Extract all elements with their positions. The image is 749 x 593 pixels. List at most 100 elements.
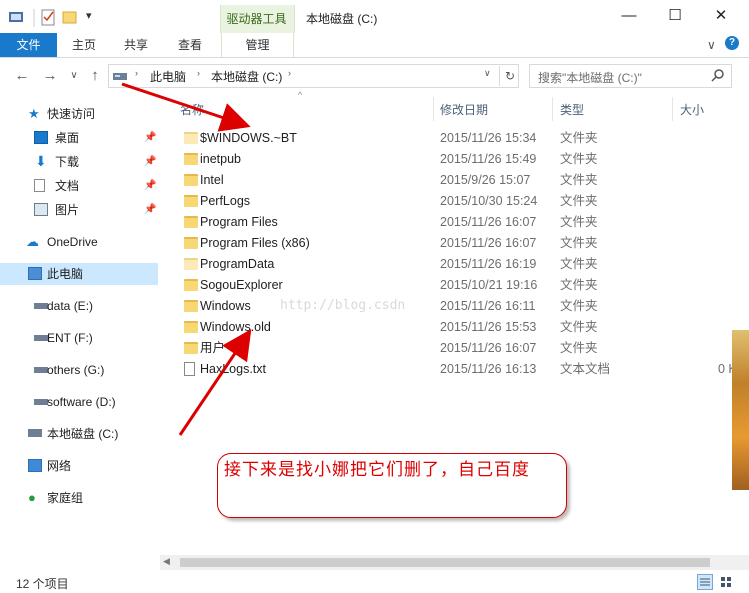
column-divider[interactable]	[672, 97, 673, 121]
sidebar-item-drive-d[interactable]: software (D:)	[0, 391, 158, 413]
file-date: 2015/11/26 15:53	[440, 320, 537, 334]
computer-icon	[28, 267, 42, 280]
sidebar-item-drive-e[interactable]: data (E:)	[0, 295, 158, 317]
file-name: Windows.old	[200, 320, 271, 334]
background-image-fragment	[732, 330, 749, 490]
column-header-date[interactable]: 修改日期	[440, 99, 488, 121]
file-date: 2015/11/26 16:19	[440, 257, 537, 271]
details-view-icon[interactable]	[697, 574, 713, 590]
drive-icon	[34, 335, 48, 341]
scrollbar-thumb[interactable]	[180, 558, 710, 567]
sidebar-item-homegroup[interactable]: ● 家庭组	[0, 487, 158, 509]
star-icon: ★	[28, 106, 40, 121]
file-date: 2015/9/26 15:07	[440, 173, 531, 187]
help-icon[interactable]: ?	[725, 36, 739, 50]
pin-icon[interactable]: 📌	[144, 175, 156, 197]
breadcrumb-drive-c[interactable]: 本地磁盘 (C:)	[211, 68, 282, 85]
search-icon[interactable]	[711, 68, 725, 82]
file-row[interactable]: Intel 2015/9/26 15:07 文件夹	[160, 170, 749, 191]
file-type: 文本文档	[560, 362, 611, 376]
expand-ribbon-icon[interactable]: ∨	[707, 38, 716, 52]
file-type: 文件夹	[560, 152, 598, 166]
folder-icon	[184, 237, 198, 249]
address-dropdown-icon[interactable]: ∨	[484, 68, 491, 79]
large-icons-view-icon[interactable]	[718, 574, 734, 590]
folder-icon	[184, 300, 198, 312]
sidebar-item-downloads[interactable]: ⬇ 下载 📌	[0, 151, 158, 173]
scroll-left-icon[interactable]: ◀	[163, 556, 170, 567]
drive-icon	[34, 303, 48, 309]
customize-toolbar-icon[interactable]: ▾	[86, 9, 92, 22]
cloud-icon: ☁	[26, 234, 39, 249]
search-placeholder: 搜索"本地磁盘 (C:)"	[538, 71, 642, 85]
breadcrumb-this-pc[interactable]: 此电脑	[150, 68, 186, 85]
forward-button[interactable]: →	[40, 66, 60, 86]
file-row[interactable]: Program Files (x86) 2015/11/26 16:07 文件夹	[160, 233, 749, 254]
up-button[interactable]: ↑	[85, 66, 105, 86]
homegroup-icon: ●	[28, 490, 36, 505]
pin-icon[interactable]: 📌	[144, 151, 156, 173]
file-type: 文件夹	[560, 173, 598, 187]
sidebar-item-drive-f[interactable]: ENT (F:)	[0, 327, 158, 349]
pin-icon[interactable]: 📌	[144, 127, 156, 149]
sidebar-item-drive-g[interactable]: others (G:)	[0, 359, 158, 381]
file-type: 文件夹	[560, 194, 598, 208]
text-file-icon	[184, 362, 195, 376]
file-row[interactable]: 用户 2015/11/26 16:07 文件夹	[160, 338, 749, 359]
file-row[interactable]: SogouExplorer 2015/10/21 19:16 文件夹	[160, 275, 749, 296]
sidebar-item-quick-access[interactable]: ★ 快速访问	[0, 103, 158, 125]
file-name: Intel	[200, 173, 224, 187]
file-row[interactable]: inetpub 2015/11/26 15:49 文件夹	[160, 149, 749, 170]
back-button[interactable]: ←	[12, 66, 32, 86]
file-row[interactable]: PerfLogs 2015/10/30 15:24 文件夹	[160, 191, 749, 212]
breadcrumb-separator-icon[interactable]: ›	[197, 68, 200, 78]
tab-share[interactable]: 共享	[112, 33, 160, 57]
file-row[interactable]: HaxLogs.txt2015/11/26 16:13文本文档0 KE	[160, 359, 749, 380]
sidebar-item-desktop[interactable]: 桌面 📌	[0, 127, 158, 149]
file-row[interactable]: Windows 2015/11/26 16:11 文件夹	[160, 296, 749, 317]
folder-icon	[184, 216, 198, 228]
recent-locations-button[interactable]: ∨	[64, 66, 84, 86]
maximize-button[interactable]: ☐	[652, 0, 698, 32]
status-bar	[0, 570, 749, 593]
tab-manage[interactable]: 管理	[221, 33, 294, 57]
file-name: $WINDOWS.~BT	[200, 131, 297, 145]
file-name: inetpub	[200, 152, 242, 166]
sidebar-item-pictures[interactable]: 图片 📌	[0, 199, 158, 221]
minimize-button[interactable]: —	[606, 0, 652, 32]
file-row[interactable]: Windows.old 2015/11/26 15:53 文件夹	[160, 317, 749, 338]
drive-icon	[34, 367, 48, 373]
column-header-type[interactable]: 类型	[560, 99, 584, 121]
close-button[interactable]: ✕	[698, 0, 744, 32]
drive-icon	[113, 73, 127, 80]
document-icon	[34, 179, 45, 192]
column-divider[interactable]	[433, 97, 434, 121]
windows-drive-icon	[28, 429, 42, 437]
folder-icon	[184, 321, 198, 333]
column-header-size[interactable]: 大小	[680, 99, 704, 121]
sidebar-item-documents[interactable]: 文档 📌	[0, 175, 158, 197]
file-row[interactable]: $WINDOWS.~BT 2015/11/26 15:34 文件夹	[160, 128, 749, 149]
sidebar-item-network[interactable]: 网络	[0, 455, 158, 477]
sidebar-item-onedrive[interactable]: ☁ OneDrive	[0, 231, 158, 253]
sidebar-item-this-pc[interactable]: 此电脑	[0, 263, 158, 285]
tab-home[interactable]: 主页	[60, 33, 108, 57]
refresh-button[interactable]: ↻	[499, 66, 520, 86]
sidebar-item-drive-c[interactable]: 本地磁盘 (C:)	[0, 423, 158, 445]
network-icon	[28, 459, 42, 472]
breadcrumb-separator-icon[interactable]: ›	[288, 68, 291, 78]
file-row[interactable]: ProgramData 2015/11/26 16:19 文件夹	[160, 254, 749, 275]
tab-file[interactable]: 文件	[0, 33, 57, 57]
watermark: http://blog.csdn	[280, 298, 406, 313]
file-name: SogouExplorer	[200, 278, 283, 292]
column-header-name[interactable]: 名称	[180, 99, 204, 121]
column-divider[interactable]	[552, 97, 553, 121]
desktop-icon	[34, 131, 48, 144]
tab-view[interactable]: 查看	[166, 33, 214, 57]
file-type: 文件夹	[560, 299, 598, 313]
pin-icon[interactable]: 📌	[144, 199, 156, 221]
breadcrumb-separator-icon[interactable]: ›	[135, 68, 138, 78]
file-row[interactable]: Program Files 2015/11/26 16:07 文件夹	[160, 212, 749, 233]
folder-icon	[184, 174, 198, 186]
file-name: 用户	[200, 341, 226, 355]
